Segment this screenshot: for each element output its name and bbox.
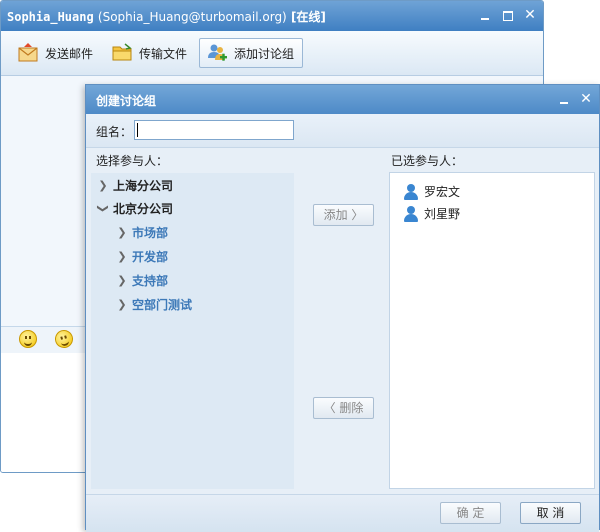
title-status: [在线] bbox=[290, 10, 326, 24]
chevron-right-icon[interactable]: ❯ bbox=[98, 179, 108, 192]
maximize-icon[interactable] bbox=[500, 7, 516, 23]
ok-button[interactable]: 确 定 bbox=[440, 502, 501, 524]
title-account: Sophia_Huang bbox=[7, 10, 94, 24]
group-name-input[interactable] bbox=[134, 120, 294, 140]
select-participants-label: 选择参与人： bbox=[96, 154, 169, 168]
user-icon bbox=[404, 205, 418, 222]
chevron-down-icon[interactable]: ❯ bbox=[97, 203, 110, 213]
text-cursor bbox=[137, 123, 138, 137]
tree-node-development[interactable]: ❯ 开发部 bbox=[117, 246, 168, 266]
wave-smiley-icon[interactable] bbox=[52, 327, 76, 351]
dialog-footer: 确 定 取 消 bbox=[86, 494, 599, 532]
tree-node-label: 开发部 bbox=[132, 249, 169, 264]
transfer-file-label: 传输文件 bbox=[139, 46, 188, 61]
add-group-button[interactable]: 添加讨论组 bbox=[199, 38, 303, 68]
dialog-minimize-icon[interactable] bbox=[556, 91, 572, 107]
org-tree: ❯ 上海分公司 ❯ 北京分公司 ❯ 市场部 ❯ 开发部 ❯ 支持部 ❯ 空部门测… bbox=[91, 173, 294, 489]
chevron-right-icon[interactable]: ❯ bbox=[117, 250, 127, 263]
tree-node-empty-dept[interactable]: ❯ 空部门测试 bbox=[117, 294, 192, 314]
tree-node-label: 北京分公司 bbox=[113, 201, 174, 216]
mail-icon bbox=[17, 42, 39, 64]
add-button[interactable]: 添加 〉 bbox=[313, 204, 374, 226]
tree-node-label: 市场部 bbox=[132, 225, 169, 240]
chevron-right-icon[interactable]: ❯ bbox=[117, 226, 127, 239]
chat-title: Sophia_Huang (Sophia_Huang@turbomail.org… bbox=[7, 8, 326, 25]
group-name-row: 组名： bbox=[86, 114, 599, 147]
transfer-file-button[interactable]: 传输文件 bbox=[105, 38, 193, 68]
tree-node-beijing[interactable]: ❯ 北京分公司 bbox=[97, 198, 174, 218]
smiley-icon[interactable] bbox=[19, 330, 37, 348]
cancel-button[interactable]: 取 消 bbox=[520, 502, 581, 524]
dialog-title-bar[interactable]: 创建讨论组 ✕ bbox=[86, 85, 599, 114]
tree-node-label: 上海分公司 bbox=[113, 178, 174, 193]
tree-node-label: 空部门测试 bbox=[132, 297, 193, 312]
minimize-icon[interactable] bbox=[477, 7, 493, 23]
list-item[interactable]: 罗宏文 bbox=[404, 183, 460, 200]
user-icon bbox=[404, 183, 418, 200]
group-name-label: 组名： bbox=[96, 125, 133, 139]
chat-toolbar: 发送邮件 传输文件 添加讨论组 bbox=[1, 31, 543, 76]
tree-node-marketing[interactable]: ❯ 市场部 bbox=[117, 222, 168, 242]
close-icon[interactable]: ✕ bbox=[522, 7, 538, 23]
dialog-title: 创建讨论组 bbox=[96, 94, 157, 108]
selected-participants-list: 罗宏文 刘星野 bbox=[389, 172, 595, 489]
dialog-body: 选择参与人： 已选参与人： ❯ 上海分公司 ❯ 北京分公司 ❯ 市场部 ❯ 开发… bbox=[86, 147, 599, 495]
tree-node-support[interactable]: ❯ 支持部 bbox=[117, 270, 168, 290]
dialog-close-icon[interactable]: ✕ bbox=[578, 91, 594, 107]
tree-node-label: 支持部 bbox=[132, 273, 169, 288]
chevron-right-icon[interactable]: ❯ bbox=[117, 298, 127, 311]
title-email: (Sophia_Huang@turbomail.org) bbox=[97, 10, 287, 24]
create-group-dialog: 创建讨论组 ✕ 组名： 选择参与人： 已选参与人： ❯ 上海分公司 ❯ 北京分公… bbox=[85, 84, 600, 532]
participant-name: 刘星野 bbox=[424, 207, 461, 221]
folder-icon bbox=[111, 42, 133, 64]
remove-button[interactable]: 〈 删除 bbox=[313, 397, 374, 419]
chevron-right-icon[interactable]: ❯ bbox=[117, 274, 127, 287]
send-mail-label: 发送邮件 bbox=[45, 46, 94, 61]
tree-node-shanghai[interactable]: ❯ 上海分公司 bbox=[98, 175, 173, 195]
group-add-icon bbox=[206, 42, 228, 64]
participant-name: 罗宏文 bbox=[424, 185, 461, 199]
send-mail-button[interactable]: 发送邮件 bbox=[11, 38, 99, 68]
list-item[interactable]: 刘星野 bbox=[404, 205, 460, 222]
selected-participants-label: 已选参与人： bbox=[391, 154, 464, 168]
chat-title-bar[interactable]: Sophia_Huang (Sophia_Huang@turbomail.org… bbox=[1, 1, 543, 31]
add-group-label: 添加讨论组 bbox=[234, 46, 295, 61]
